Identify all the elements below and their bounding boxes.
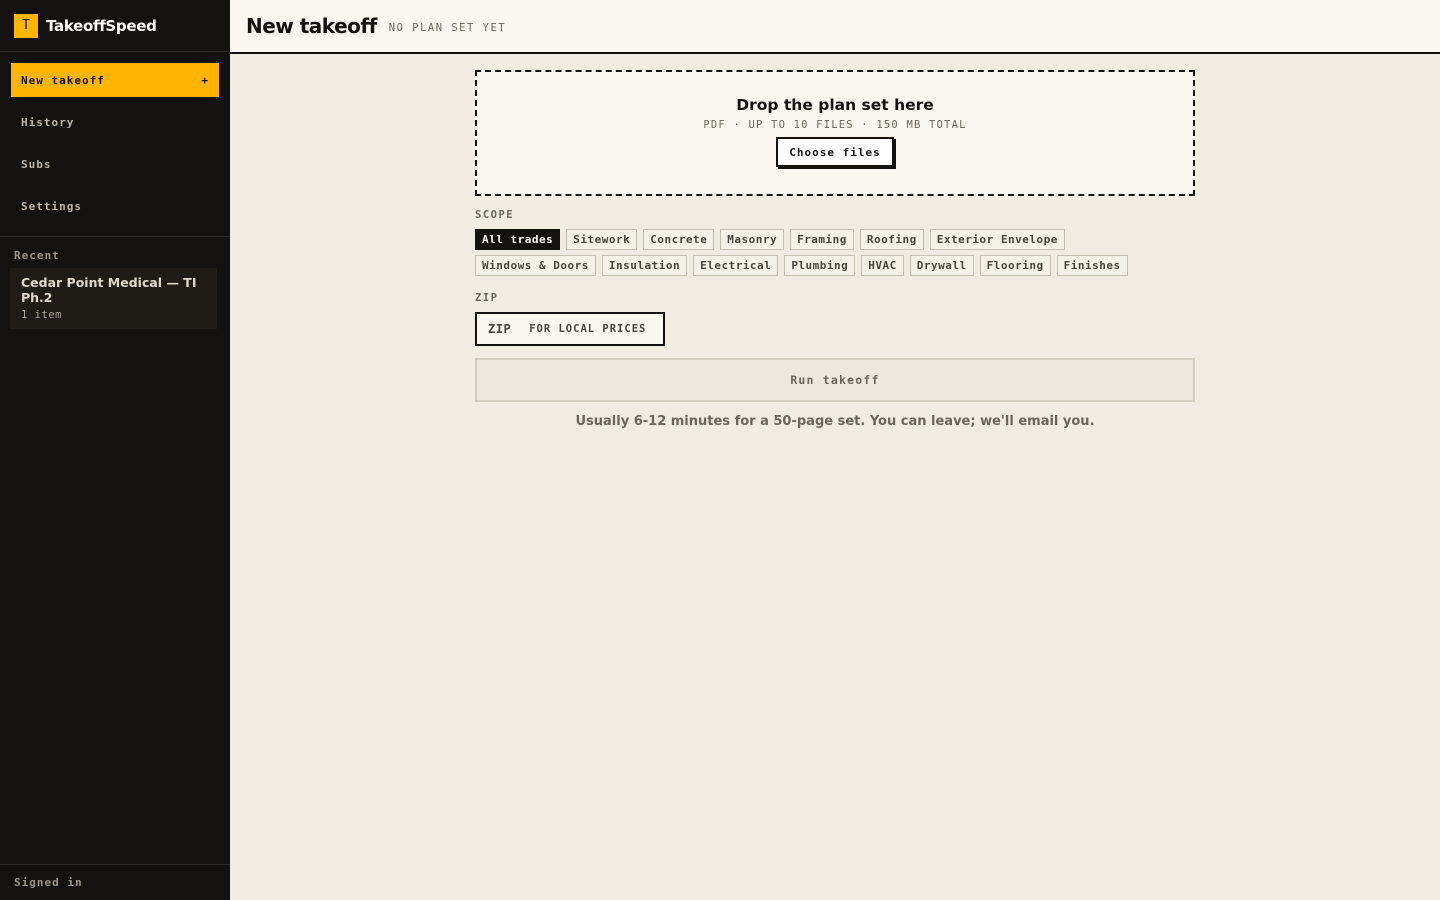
signed-in-status: Signed in [14, 876, 83, 889]
scope-chip-exterior-envelope[interactable]: Exterior Envelope [929, 229, 1065, 250]
zip-input[interactable]: ZIP FOR LOCAL PRICES [475, 312, 665, 346]
recent-item-meta: 1 item [21, 309, 62, 321]
scope-chip-plumbing[interactable]: Plumbing [784, 255, 856, 276]
scope-chip-all-trades[interactable]: All trades [475, 229, 561, 250]
brand-logo-icon: T [14, 13, 38, 38]
scope-chip-insulation[interactable]: Insulation [601, 255, 688, 276]
dropzone-subtitle: PDF · UP TO 10 FILES · 150 MB TOTAL [703, 119, 967, 131]
page-status: NO PLAN SET YET [388, 21, 507, 34]
scope-chips: All trades Sitework Concrete Masonry Framing… [475, 229, 1195, 281]
file-dropzone[interactable]: Drop the plan set here PDF · UP TO 10 FI… [475, 70, 1195, 196]
recent-item-title: Cedar Point Medical — TI Ph.2 [21, 275, 197, 305]
recent-item[interactable]: Cedar Point Medical — TI Ph.2 1 item [10, 268, 217, 329]
sidebar-item-label: History [21, 115, 75, 129]
sidebar-nav: New takeoff + History Subs Settings [0, 52, 230, 223]
sidebar-item-settings[interactable]: Settings [11, 189, 219, 223]
scope-chip-masonry[interactable]: Masonry [720, 229, 785, 250]
scope-chip-flooring[interactable]: Flooring [979, 255, 1051, 276]
sidebar-footer-divider [0, 864, 230, 865]
scope-chip-drywall[interactable]: Drywall [909, 255, 974, 276]
scope-chip-sitework[interactable]: Sitework [566, 229, 638, 250]
sidebar: T TakeoffSpeed New takeoff + History Sub… [0, 0, 230, 900]
scope-chip-framing[interactable]: Framing [790, 229, 854, 250]
dropzone-title: Drop the plan set here [736, 96, 934, 114]
run-hint: Usually 6-12 minutes for a 50-page set. … [575, 414, 1095, 429]
sidebar-item-subs[interactable]: Subs [11, 147, 219, 181]
brand-name: TakeoffSpeed [46, 16, 157, 35]
scope-chip-finishes[interactable]: Finishes [1056, 255, 1128, 276]
scope-label: SCOPE [475, 209, 515, 221]
scope-chip-concrete[interactable]: Concrete [643, 229, 715, 250]
scope-chip-hvac[interactable]: HVAC [861, 255, 904, 276]
sidebar-item-label: Subs [21, 157, 52, 171]
page-header: New takeoff NO PLAN SET YET [230, 0, 1440, 54]
zip-label: ZIP [475, 292, 499, 304]
scope-chip-electrical[interactable]: Electrical [693, 255, 779, 276]
recent-label: Recent [14, 249, 60, 262]
scope-chip-roofing[interactable]: Roofing [859, 229, 924, 250]
page-title: New takeoff [246, 14, 377, 38]
zip-placeholder-hint: FOR LOCAL PRICES [529, 323, 647, 335]
choose-files-button[interactable]: Choose files [776, 137, 894, 167]
zip-placeholder: ZIP [488, 322, 512, 336]
sidebar-divider [0, 236, 230, 237]
scope-chip-windows-doors[interactable]: Windows & Doors [475, 255, 596, 276]
run-takeoff-button[interactable]: Run takeoff [475, 358, 1195, 402]
sidebar-item-history[interactable]: History [11, 105, 219, 139]
sidebar-item-label: Settings [21, 199, 82, 213]
sidebar-item-new-takeoff[interactable]: New takeoff + [11, 63, 219, 97]
sidebar-item-label: New takeoff [21, 73, 105, 87]
brand[interactable]: T TakeoffSpeed [0, 0, 230, 52]
takeoff-form: Drop the plan set here PDF · UP TO 10 FI… [475, 70, 1195, 429]
plus-icon: + [201, 73, 209, 87]
